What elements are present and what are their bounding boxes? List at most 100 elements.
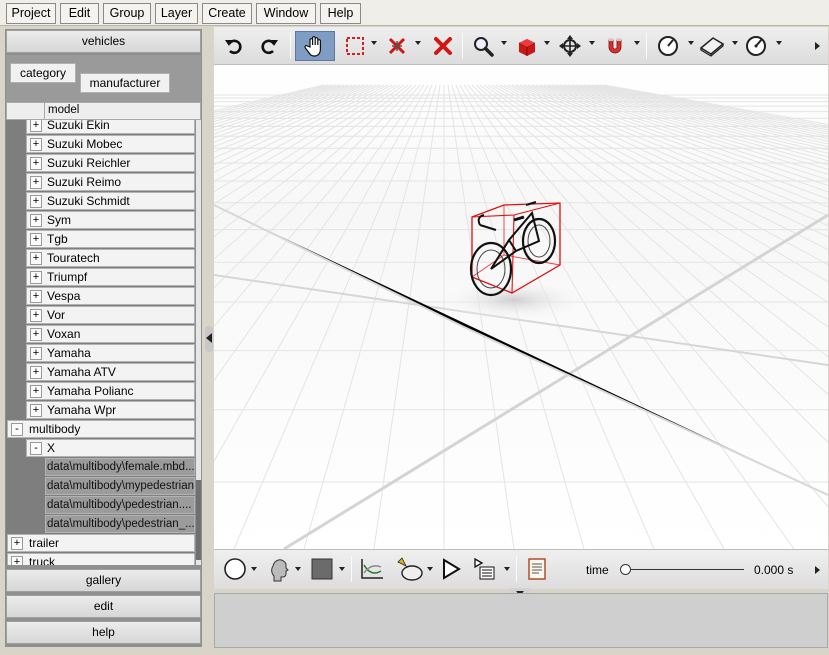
tree-item[interactable]: + Touratech	[26, 249, 195, 267]
tree-item[interactable]: + Vespa	[26, 287, 195, 305]
expand-icon[interactable]: +	[11, 537, 23, 550]
tree-item[interactable]: + Yamaha Polianc	[26, 382, 195, 400]
tree-item[interactable]: + Suzuki Mobec	[26, 135, 195, 153]
circle-icon[interactable]	[220, 554, 250, 584]
expand-icon[interactable]: +	[30, 120, 42, 132]
time-slider-track[interactable]	[624, 569, 744, 570]
help-button[interactable]: help	[6, 621, 201, 644]
expand-icon[interactable]: +	[30, 366, 42, 379]
toolbar-overflow-arrow[interactable]	[815, 42, 820, 50]
tree-item[interactable]: - multibody	[7, 420, 195, 438]
tree-item[interactable]: + Suzuki Reichler	[26, 154, 195, 172]
zoom-dropdown[interactable]	[501, 41, 507, 45]
expand-icon[interactable]: +	[30, 176, 42, 189]
tree-item[interactable]: -X	[26, 439, 195, 457]
edit-button[interactable]: edit	[6, 595, 201, 618]
select-dropdown[interactable]	[371, 41, 377, 45]
time-slider-knob[interactable]	[620, 564, 631, 575]
tree-file-item[interactable]: data\multibody\pedestrian_...	[45, 515, 195, 533]
tree-item[interactable]: + Suzuki Schmidt	[26, 192, 195, 210]
play-icon[interactable]	[436, 554, 466, 584]
tree-item[interactable]: + Triumpf	[26, 268, 195, 286]
color-dropdown[interactable]	[339, 567, 345, 571]
column-header[interactable]: model	[6, 102, 201, 120]
select-rectangle-icon[interactable]	[340, 31, 370, 61]
tree-item[interactable]: + Suzuki Reimo	[26, 173, 195, 191]
expand-icon[interactable]: +	[30, 214, 42, 227]
delete-vertices-icon[interactable]	[382, 31, 412, 61]
tree-item[interactable]: + Yamaha	[26, 344, 195, 362]
measure-dropdown[interactable]	[776, 41, 782, 45]
orbit-icon[interactable]	[653, 31, 683, 61]
animate-dropdown[interactable]	[427, 567, 433, 571]
tree-item[interactable]: + Voxan	[26, 325, 195, 343]
tree-scrollbar[interactable]	[196, 120, 201, 565]
tree-item[interactable]: + Yamaha ATV	[26, 363, 195, 381]
menu-group[interactable]: Group	[103, 3, 151, 24]
magnet-dropdown[interactable]	[634, 41, 640, 45]
collapse-icon[interactable]: -	[30, 442, 42, 455]
measure-icon[interactable]	[741, 31, 771, 61]
move-icon[interactable]	[555, 31, 585, 61]
expand-icon[interactable]: +	[30, 138, 42, 151]
report-icon[interactable]	[522, 554, 552, 584]
tree-item[interactable]: + Sym	[26, 211, 195, 229]
head-dropdown[interactable]	[295, 567, 301, 571]
menu-window[interactable]: Window	[256, 3, 316, 24]
orbit-dropdown[interactable]	[688, 41, 694, 45]
head-icon[interactable]	[264, 554, 294, 584]
tree-item[interactable]: + trailer	[7, 534, 195, 552]
delete-icon[interactable]	[428, 31, 458, 61]
plane-dropdown[interactable]	[732, 41, 738, 45]
expand-icon[interactable]: +	[30, 385, 42, 398]
expand-icon[interactable]: +	[30, 309, 42, 322]
cube-dropdown[interactable]	[544, 41, 550, 45]
tab-category[interactable]: category	[10, 63, 76, 83]
expand-icon[interactable]: +	[30, 157, 42, 170]
cube-icon[interactable]	[512, 31, 542, 61]
tree-file-item[interactable]: data\multibody\female.mbd...	[45, 458, 195, 476]
expand-icon[interactable]: +	[30, 271, 42, 284]
magnet-icon[interactable]	[600, 31, 630, 61]
vehicles-button[interactable]: vehicles	[6, 30, 201, 53]
collapse-icon[interactable]: -	[11, 423, 23, 436]
menu-layer[interactable]: Layer	[155, 3, 198, 24]
playlist-icon[interactable]	[470, 554, 500, 584]
expand-icon[interactable]: +	[30, 195, 42, 208]
scrollbar-thumb[interactable]	[196, 480, 201, 560]
expand-icon[interactable]: +	[30, 328, 42, 341]
undo-icon[interactable]	[219, 31, 249, 61]
collapse-sidebar-handle[interactable]	[205, 326, 213, 352]
expand-icon[interactable]: +	[30, 252, 42, 265]
playlist-dropdown[interactable]	[504, 567, 510, 571]
vehicle-tree[interactable]: + Suzuki Ekin + Suzuki Mobec + Suzuki Reichle…	[6, 120, 195, 565]
menu-create[interactable]: Create	[202, 3, 252, 24]
animation-toolbar-overflow-arrow[interactable]	[815, 566, 820, 574]
menu-edit[interactable]: Edit	[60, 3, 99, 24]
tree-file-item[interactable]: data\multibody\mypedestrian...	[45, 477, 195, 495]
graph-icon[interactable]	[357, 554, 387, 584]
menu-help[interactable]: Help	[320, 3, 361, 24]
move-dropdown[interactable]	[589, 41, 595, 45]
delete-dropdown[interactable]	[415, 41, 421, 45]
expand-icon[interactable]: +	[30, 233, 42, 246]
expand-icon[interactable]: +	[11, 556, 23, 565]
hand-pan-icon[interactable]	[295, 31, 335, 61]
gallery-button[interactable]: gallery	[6, 569, 201, 592]
expand-icon[interactable]: +	[30, 347, 42, 360]
3d-viewport[interactable]	[214, 65, 828, 549]
plane-icon[interactable]	[697, 31, 727, 61]
tree-item[interactable]: + Yamaha Wpr	[26, 401, 195, 419]
tree-item[interactable]: + Vor	[26, 306, 195, 324]
circle-dropdown[interactable]	[251, 567, 257, 571]
tree-item[interactable]: + Tgb	[26, 230, 195, 248]
menu-project[interactable]: Project	[6, 3, 56, 24]
tree-file-item[interactable]: data\multibody\pedestrian....	[45, 496, 195, 514]
redo-icon[interactable]	[254, 31, 284, 61]
tree-item[interactable]: + Suzuki Ekin	[26, 120, 195, 134]
tree-item[interactable]: + truck	[7, 553, 195, 565]
animate-icon[interactable]	[392, 554, 428, 584]
square-color-icon[interactable]	[307, 554, 337, 584]
expand-icon[interactable]: +	[30, 290, 42, 303]
zoom-icon[interactable]	[468, 31, 498, 61]
